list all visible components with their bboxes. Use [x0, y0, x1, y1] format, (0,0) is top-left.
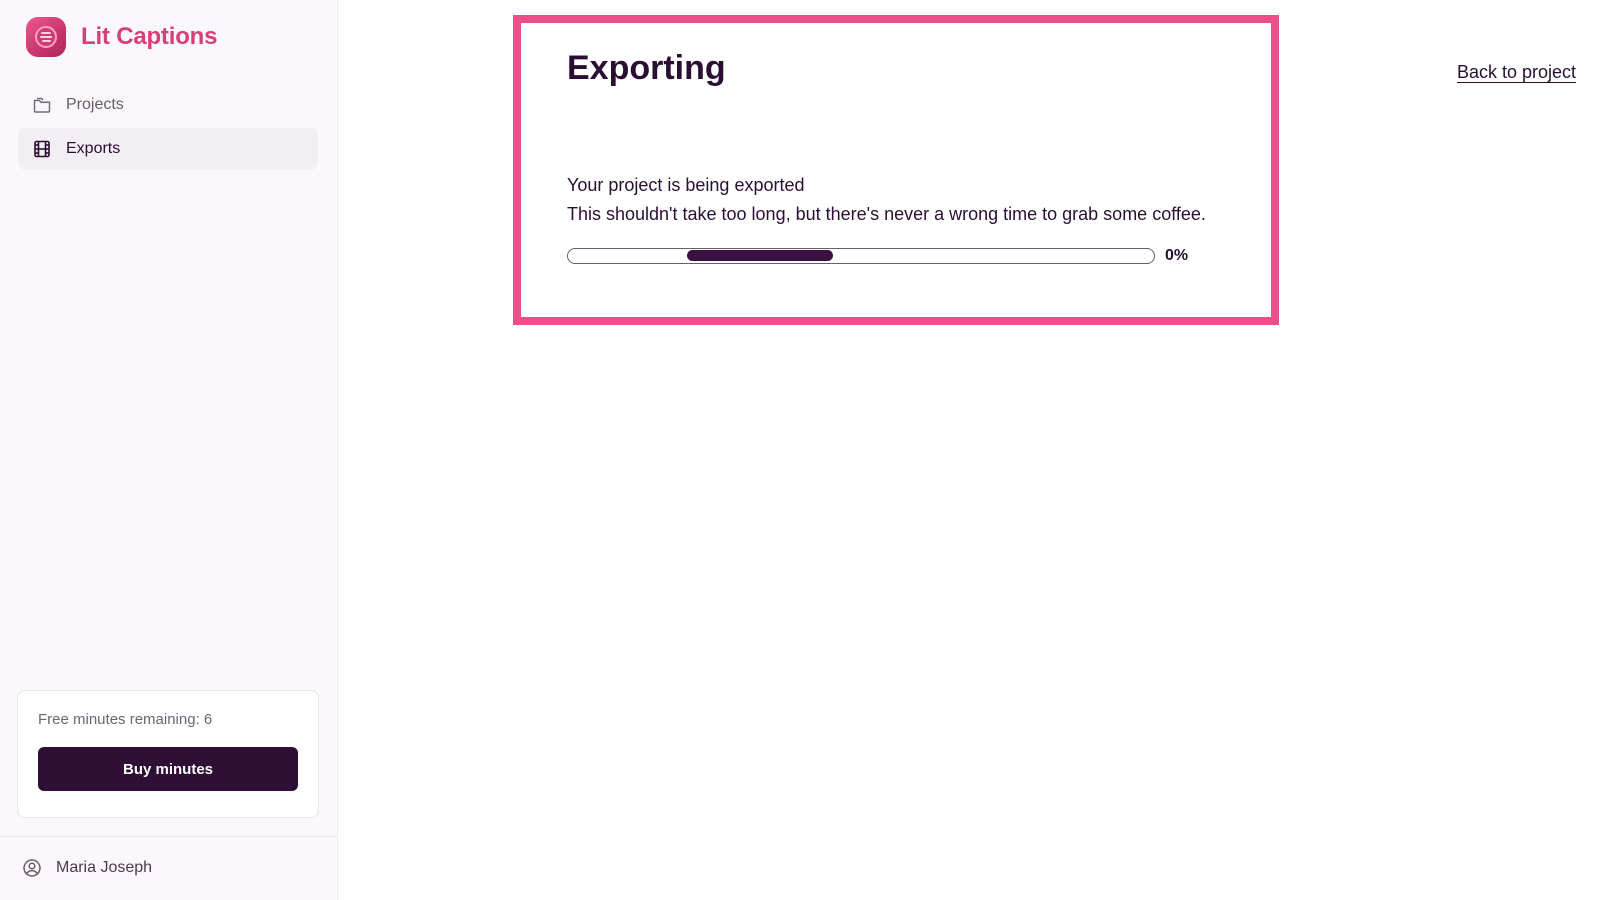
- sidebar-item-exports[interactable]: Exports: [18, 128, 318, 170]
- export-panel: Exporting Your project is being exported…: [513, 15, 1279, 325]
- export-progress: 0%: [567, 247, 1188, 265]
- brand-name: Lit Captions: [81, 23, 218, 50]
- progress-bar: [567, 248, 1155, 264]
- progress-percent: 0%: [1165, 247, 1189, 264]
- sidebar-item-label: Exports: [66, 140, 121, 157]
- back-to-project-link[interactable]: Back to project: [1457, 62, 1576, 83]
- sidebar-item-projects[interactable]: Projects: [18, 84, 318, 126]
- divider: [0, 836, 338, 837]
- brand[interactable]: Lit Captions: [26, 17, 217, 57]
- minutes-card: Free minutes remaining: 6 Buy minutes: [17, 690, 319, 818]
- folder-icon: [33, 97, 51, 113]
- app-root: Lit Captions Projects Exports Free minut…: [0, 0, 1600, 900]
- sidebar: Lit Captions Projects Exports Free minut…: [0, 0, 338, 900]
- buy-minutes-button[interactable]: Buy minutes: [38, 747, 298, 791]
- export-status-text: Your project is being exported: [567, 175, 805, 195]
- user-name: Maria Joseph: [56, 859, 153, 876]
- film-icon: [34, 140, 50, 158]
- export-info-text: This shouldn't take too long, but there'…: [567, 204, 1206, 224]
- user-menu[interactable]: Maria Joseph: [22, 858, 152, 878]
- page-title: Exporting: [567, 49, 726, 87]
- free-minutes-text: Free minutes remaining: 6: [38, 711, 213, 728]
- logo-icon: [26, 17, 66, 57]
- sidebar-nav: Projects Exports: [18, 84, 318, 172]
- user-circle-icon: [23, 859, 41, 877]
- sidebar-item-label: Projects: [66, 96, 124, 113]
- progress-indicator: [687, 250, 833, 261]
